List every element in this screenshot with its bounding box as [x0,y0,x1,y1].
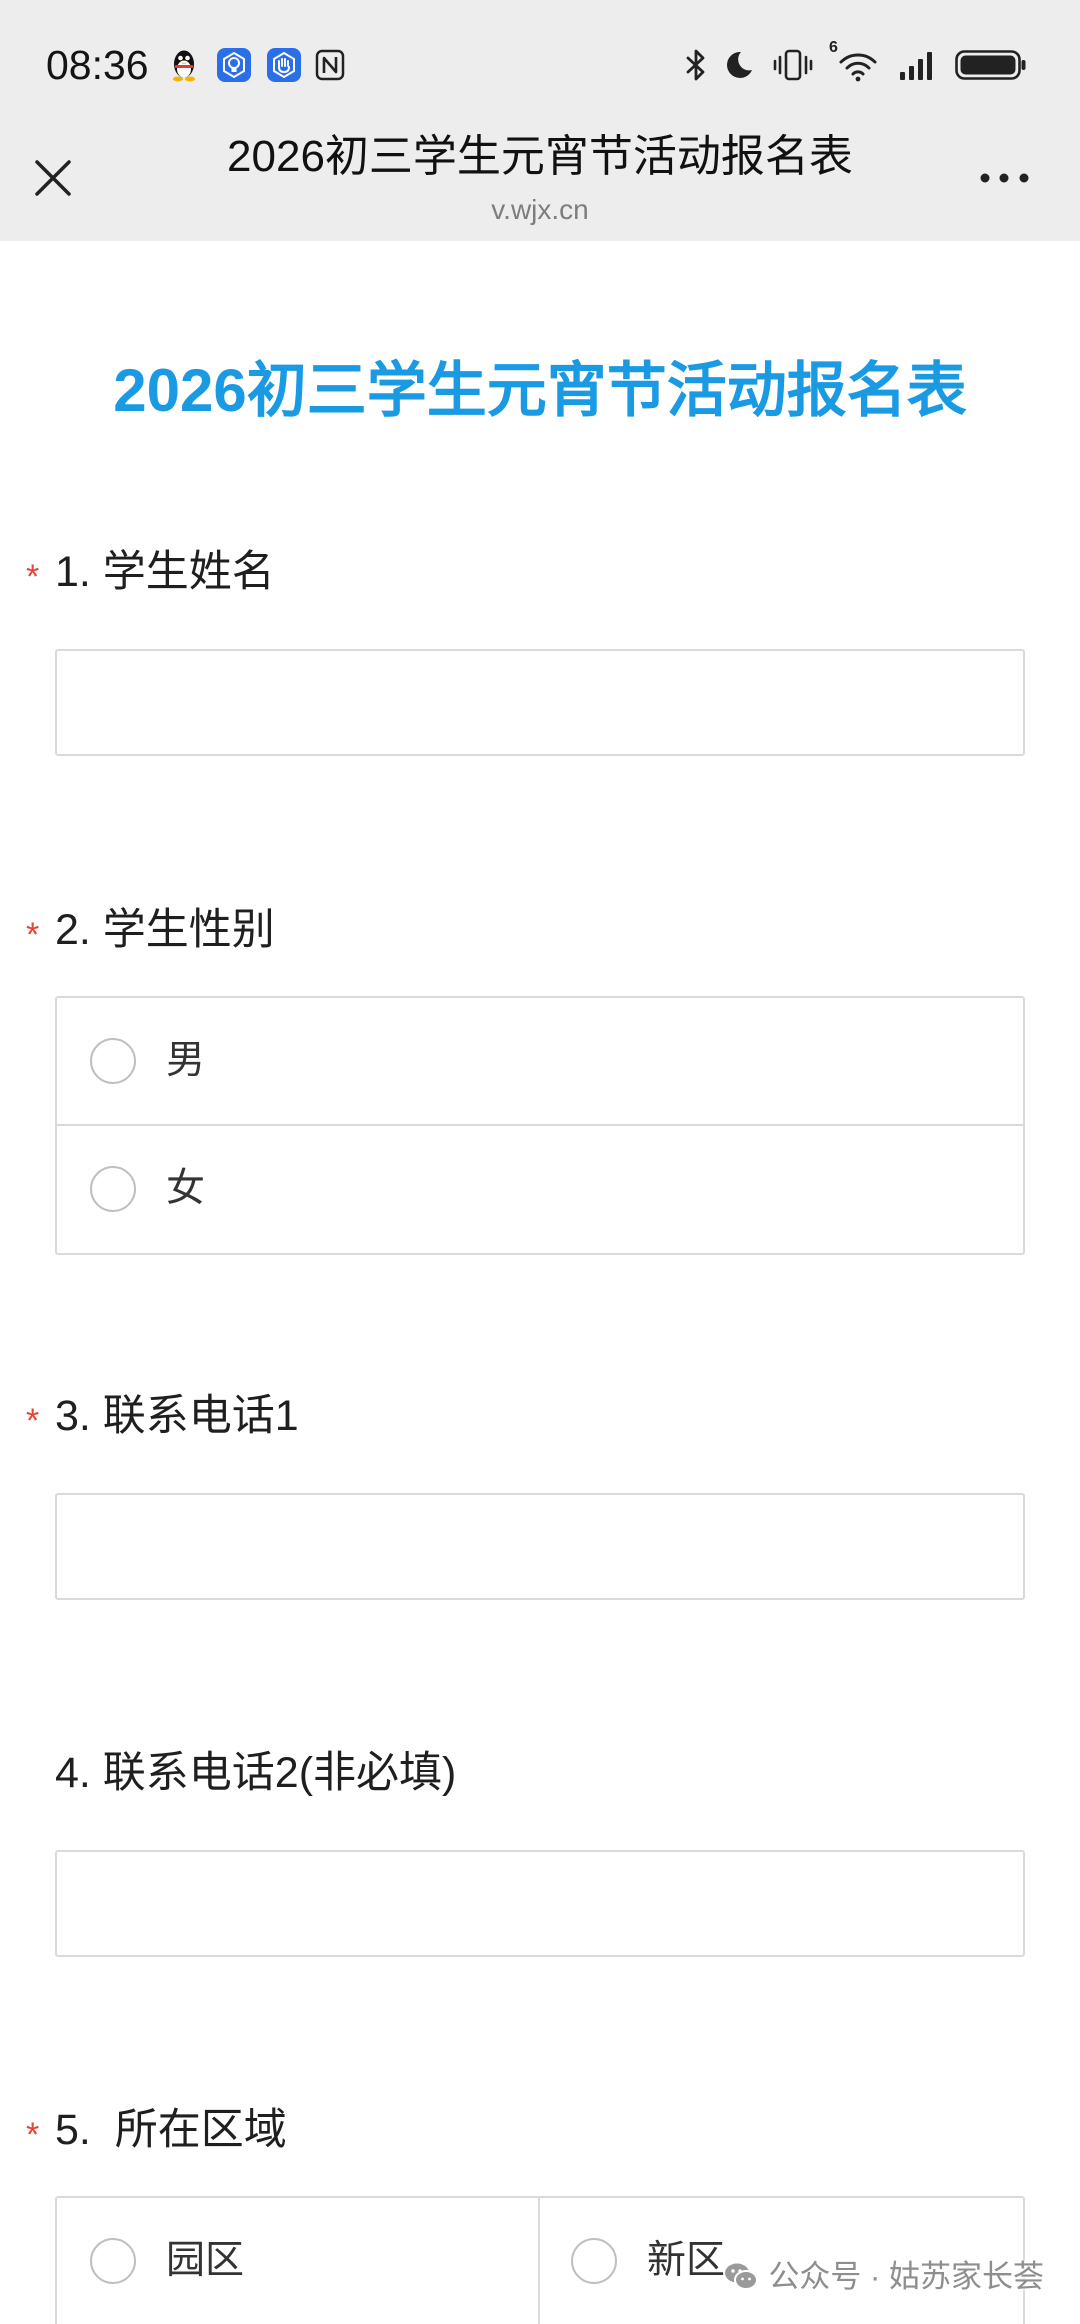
required-mark: * [26,1402,40,1440]
question-1-header: * 1. 学生姓名 [0,546,1080,598]
radio-button[interactable] [571,2238,617,2284]
radio-button[interactable] [90,1166,136,1213]
wifi-icon [838,50,878,82]
gender-option-female[interactable]: 女 [57,1126,1023,1254]
radio-option-label: 男 [166,1038,206,1082]
close-icon[interactable] [31,156,75,200]
question-4-label: 4. 联系电话2(非必填) [55,1749,457,1797]
app-hand-icon [267,48,301,82]
top-bar: 08:36 6 2026初三学生元宵节活动报名表 v.wjx.cn [0,0,1080,241]
wechat-icon [724,2262,759,2292]
qq-icon [169,48,199,82]
gender-option-male[interactable]: 男 [57,998,1023,1126]
radio-button[interactable] [90,2238,136,2284]
wifi-6-label: 6 [829,39,838,56]
radio-option-label: 园区 [166,2239,245,2282]
form-title: 2026初三学生元宵节活动报名表 [113,357,967,424]
region-option-yuanqu[interactable]: 园区 [57,2198,540,2324]
question-5-label: 5. 所在区域 [55,2106,287,2154]
watermark-text: 公众号 · 姑苏家长荟 [768,2259,1044,2294]
radio-option-label: 新区 [647,2239,726,2282]
phone-2-input[interactable] [55,1850,1025,1957]
question-2-label: 2. 学生性别 [55,906,275,954]
status-time: 08:36 [46,42,149,88]
signal-icon [896,48,936,82]
more-icon[interactable] [978,166,1032,190]
bluetooth-icon [684,48,708,82]
question-4-header: 4. 联系电话2(非必填) [0,1747,1080,1799]
question-3-label: 3. 联系电话1 [55,1392,299,1440]
required-mark: * [26,2116,40,2154]
watermark: 公众号 · 姑苏家长荟 [724,2259,1044,2295]
phone-1-input[interactable] [55,1493,1025,1600]
nfc-icon [315,49,345,81]
required-mark: * [26,558,40,596]
question-3-header: * 3. 联系电话1 [0,1390,1080,1442]
moon-icon [724,50,754,80]
student-name-input[interactable] [55,649,1025,756]
question-5-header: * 5. 所在区域 [0,2104,1080,2156]
required-mark: * [26,916,40,954]
question-2-header: * 2. 学生性别 [0,904,1080,956]
page-url: v.wjx.cn [491,194,589,225]
screen: 08:36 6 2026初三学生元宵节活动报名表 v.wjx.cn 2026初三… [0,0,1080,2324]
app-bulb-icon [217,48,251,82]
page-title: 2026初三学生元宵节活动报名表 [227,132,853,181]
gender-radio-group: 男 女 [55,996,1025,1255]
radio-option-label: 女 [166,1167,206,1211]
vibrate-icon [773,48,813,82]
battery-icon [955,48,1027,82]
question-1-label: 1. 学生姓名 [55,548,275,596]
radio-button[interactable] [90,1037,136,1084]
